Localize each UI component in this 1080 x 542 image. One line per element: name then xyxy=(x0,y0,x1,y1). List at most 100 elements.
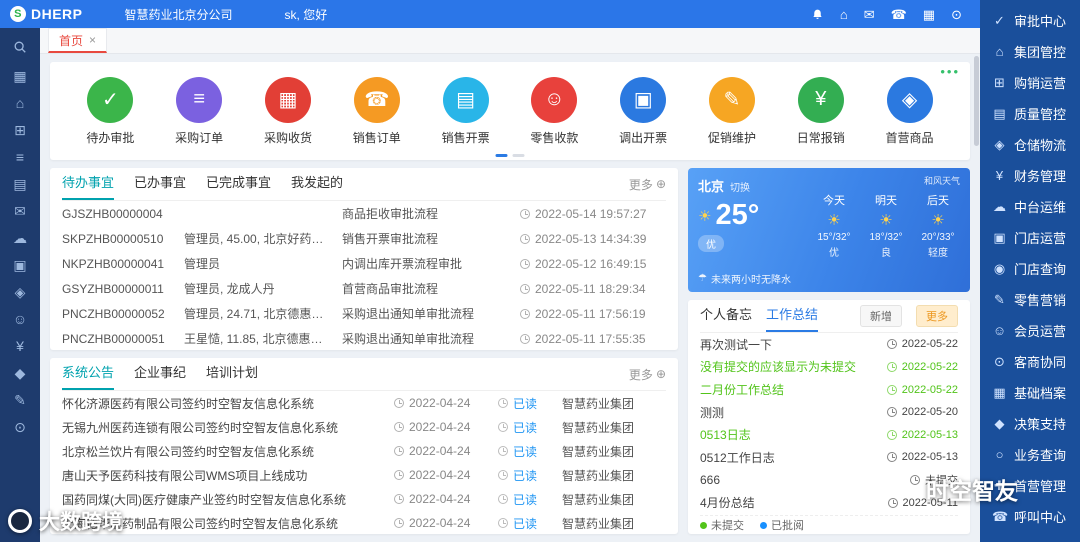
clock-icon xyxy=(910,475,920,485)
scrollbar-thumb[interactable] xyxy=(974,56,979,146)
power-icon[interactable]: ⊙ xyxy=(951,8,962,21)
sidebar-item-basic-archives[interactable]: ▦基础档案 xyxy=(980,377,1080,408)
list-item[interactable]: 北京松兰饮片有限公司签约时空智友信息化系统 2022-04-24 已读 智慧药业… xyxy=(62,439,666,463)
sidebar-item-retail-marketing[interactable]: ✎零售营销 xyxy=(980,284,1080,315)
org-icon[interactable]: ⌂ xyxy=(16,96,24,110)
company-name[interactable]: 智慧药业北京分公司 xyxy=(125,6,233,23)
shortcut-first-product[interactable]: ◈ 首营商品 xyxy=(878,77,942,146)
list-item[interactable]: 0512工作日志 2022-05-13 xyxy=(700,446,958,469)
list-item[interactable]: 测测 2022-05-20 xyxy=(700,401,958,424)
shortcut-promotion[interactable]: ✎ 促销维护 xyxy=(700,77,764,146)
panel-more-icon[interactable]: ••• xyxy=(940,64,960,79)
sidebar-item-decision-support[interactable]: ◆决策支持 xyxy=(980,408,1080,439)
tab-home-label: 首页 xyxy=(59,32,83,49)
list-item[interactable]: 怀化济源医药有限公司签约时空智友信息化系统 2022-04-24 已读 智慧药业… xyxy=(62,391,666,415)
list-item[interactable]: 没有提交的应该显示为未提交 2022-05-22 xyxy=(700,356,958,379)
monitor-icon[interactable]: ▦ xyxy=(13,69,26,83)
sidebar-item-store-operation[interactable]: ▣门店运营 xyxy=(980,222,1080,253)
shortcut-sales-order[interactable]: ☎ 销售订单 xyxy=(345,77,409,146)
finance-icon[interactable]: ¥ xyxy=(16,339,24,353)
document-icon[interactable]: ▤ xyxy=(13,177,26,191)
carousel-indicator[interactable] xyxy=(496,154,525,157)
apps-icon[interactable]: ⊞ xyxy=(14,123,26,137)
sidebar-item-partner-collaboration[interactable]: ⊙客商协同 xyxy=(980,346,1080,377)
shortcut-purchase-order[interactable]: ≡ 采购订单 xyxy=(167,77,231,146)
weather-forecast: 今天 ☀ 15°/32° 优 明天 ☀ 18°/32° 良 后天 xyxy=(810,192,962,259)
edit-icon[interactable]: ✎ xyxy=(14,393,26,407)
sidebar-item-warehouse-logistics[interactable]: ◈仓储物流 xyxy=(980,129,1080,160)
weather-switch-link[interactable]: 切换 xyxy=(730,179,750,194)
shortcut-retail-payment[interactable]: ☺ 零售收款 xyxy=(522,77,586,146)
shortcut-todo-approval[interactable]: ✓ 待办审批 xyxy=(78,77,142,146)
tab-todo-initiated[interactable]: 我发起的 xyxy=(291,168,343,200)
tab-todo-completed[interactable]: 已完成事宜 xyxy=(206,168,271,200)
list-item[interactable]: 无锡九州医药连锁有限公司签约时空智友信息化系统 2022-04-24 已读 智慧… xyxy=(62,415,666,439)
list-icon[interactable]: ≡ xyxy=(16,150,24,164)
more-button[interactable]: 更多 xyxy=(916,305,958,327)
table-row[interactable]: GSYZHB00000011 管理员, 龙成人丹 首营商品审批流程 2022-0… xyxy=(62,276,666,301)
user-icon[interactable]: ☺ xyxy=(13,312,27,326)
announcements-more-link[interactable]: 更多⊕ xyxy=(629,366,666,383)
add-button[interactable]: 新增 xyxy=(860,305,902,327)
store-icon[interactable]: ▣ xyxy=(13,258,26,272)
message-icon[interactable]: ✉ xyxy=(14,204,26,218)
tab-system-notice[interactable]: 系统公告 xyxy=(62,358,114,390)
sidebar-item-call-center[interactable]: ☎呼叫中心 xyxy=(980,501,1080,532)
read-status[interactable]: 已读 xyxy=(498,515,562,532)
bell-icon[interactable] xyxy=(811,8,824,21)
tab-home[interactable]: 首页 × xyxy=(48,28,107,53)
purchase-receive-icon: ▦ xyxy=(265,77,311,123)
app-logo[interactable]: S DHERP xyxy=(10,6,83,22)
read-status[interactable]: 已读 xyxy=(498,467,562,484)
sidebar-item-first-business[interactable]: ✚首营管理 xyxy=(980,470,1080,501)
tab-todo-done[interactable]: 已办事宜 xyxy=(134,168,186,200)
sidebar-item-store-query[interactable]: ◉门店查询 xyxy=(980,253,1080,284)
list-item[interactable]: 唐山天予医药科技有限公司WMS项目上线成功 2022-04-24 已读 智慧药业… xyxy=(62,463,666,487)
chart-icon[interactable]: ◆ xyxy=(15,366,26,380)
sidebar-item-purchase-sales-ops[interactable]: ⊞购销运营 xyxy=(980,67,1080,98)
table-row[interactable]: PNCZHB00000052 管理员, 24.71, 北京德惠康医药... 采购… xyxy=(62,301,666,326)
list-item[interactable]: 国药同煤(大同)医疗健康产业签约时空智友信息化系统 2022-04-24 已读 … xyxy=(62,487,666,511)
list-item[interactable]: 再次测试一下 2022-05-22 xyxy=(700,333,958,356)
tab-work-summary[interactable]: 工作总结 xyxy=(766,300,818,332)
read-status[interactable]: 已读 xyxy=(498,419,562,436)
sidebar-item-quality-control[interactable]: ▤质量管控 xyxy=(980,98,1080,129)
tab-personal-memo[interactable]: 个人备忘 xyxy=(700,300,752,332)
read-status[interactable]: 已读 xyxy=(498,443,562,460)
table-row[interactable]: GJSZHB00000004 商品拒收审批流程 2022-05-14 19:57… xyxy=(62,201,666,226)
tab-training-plan[interactable]: 培训计划 xyxy=(206,358,258,390)
cloud-icon[interactable]: ☁ xyxy=(13,231,27,245)
scrollbar[interactable] xyxy=(974,56,979,540)
sidebar-item-member-operation[interactable]: ☺会员运营 xyxy=(980,315,1080,346)
sidebar-item-approval-center[interactable]: ✓审批中心 xyxy=(980,5,1080,36)
sidebar-item-finance-management[interactable]: ¥财务管理 xyxy=(980,160,1080,191)
read-status[interactable]: 已读 xyxy=(498,395,562,412)
shortcut-purchase-receive[interactable]: ▦ 采购收货 xyxy=(256,77,320,146)
list-item[interactable]: 二月份工作总结 2022-05-22 xyxy=(700,378,958,401)
apps-grid-icon[interactable]: ▦ xyxy=(923,8,935,21)
shortcut-transfer-invoice[interactable]: ▣ 调出开票 xyxy=(611,77,675,146)
sidebar-item-business-query[interactable]: ○业务查询 xyxy=(980,439,1080,470)
home-icon[interactable]: ⌂ xyxy=(840,8,848,21)
sidebar-item-group-control[interactable]: ⌂集团管控 xyxy=(980,36,1080,67)
table-row[interactable]: SKPZHB00000510 管理员, 45.00, 北京好药师药店... 销售… xyxy=(62,226,666,251)
close-icon[interactable]: × xyxy=(89,33,96,47)
message-icon[interactable]: ✉ xyxy=(864,8,875,21)
settings-icon[interactable]: ⊙ xyxy=(14,420,26,434)
cart-icon[interactable]: ◈ xyxy=(15,285,26,299)
list-item[interactable]: 666 未提交 xyxy=(700,469,958,492)
list-item[interactable]: 0513日志 2022-05-13 xyxy=(700,424,958,447)
table-row[interactable]: NKPZHB00000041 管理员 内调出库开票流程审批 2022-05-12… xyxy=(62,251,666,276)
shortcut-sales-invoice[interactable]: ▤ 销售开票 xyxy=(434,77,498,146)
todo-more-link[interactable]: 更多⊕ xyxy=(629,176,666,193)
search-icon[interactable] xyxy=(13,40,27,56)
sidebar-item-midplatform-ops[interactable]: ☁中台运维 xyxy=(980,191,1080,222)
tab-company-events[interactable]: 企业事纪 xyxy=(134,358,186,390)
read-status[interactable]: 已读 xyxy=(498,491,562,508)
list-item[interactable]: 4月份总结 2022-05-11 xyxy=(700,491,958,514)
list-item[interactable]: 上海德华国药制品有限公司签约时空智友信息化系统 2022-04-24 已读 智慧… xyxy=(62,511,666,534)
shortcut-expense[interactable]: ¥ 日常报销 xyxy=(789,77,853,146)
table-row[interactable]: PNCZHB00000051 王星慥, 11.85, 北京德惠康医药... 采购… xyxy=(62,326,666,350)
tab-todo-pending[interactable]: 待办事宜 xyxy=(62,168,114,200)
phone-icon[interactable]: ☎ xyxy=(891,8,907,21)
